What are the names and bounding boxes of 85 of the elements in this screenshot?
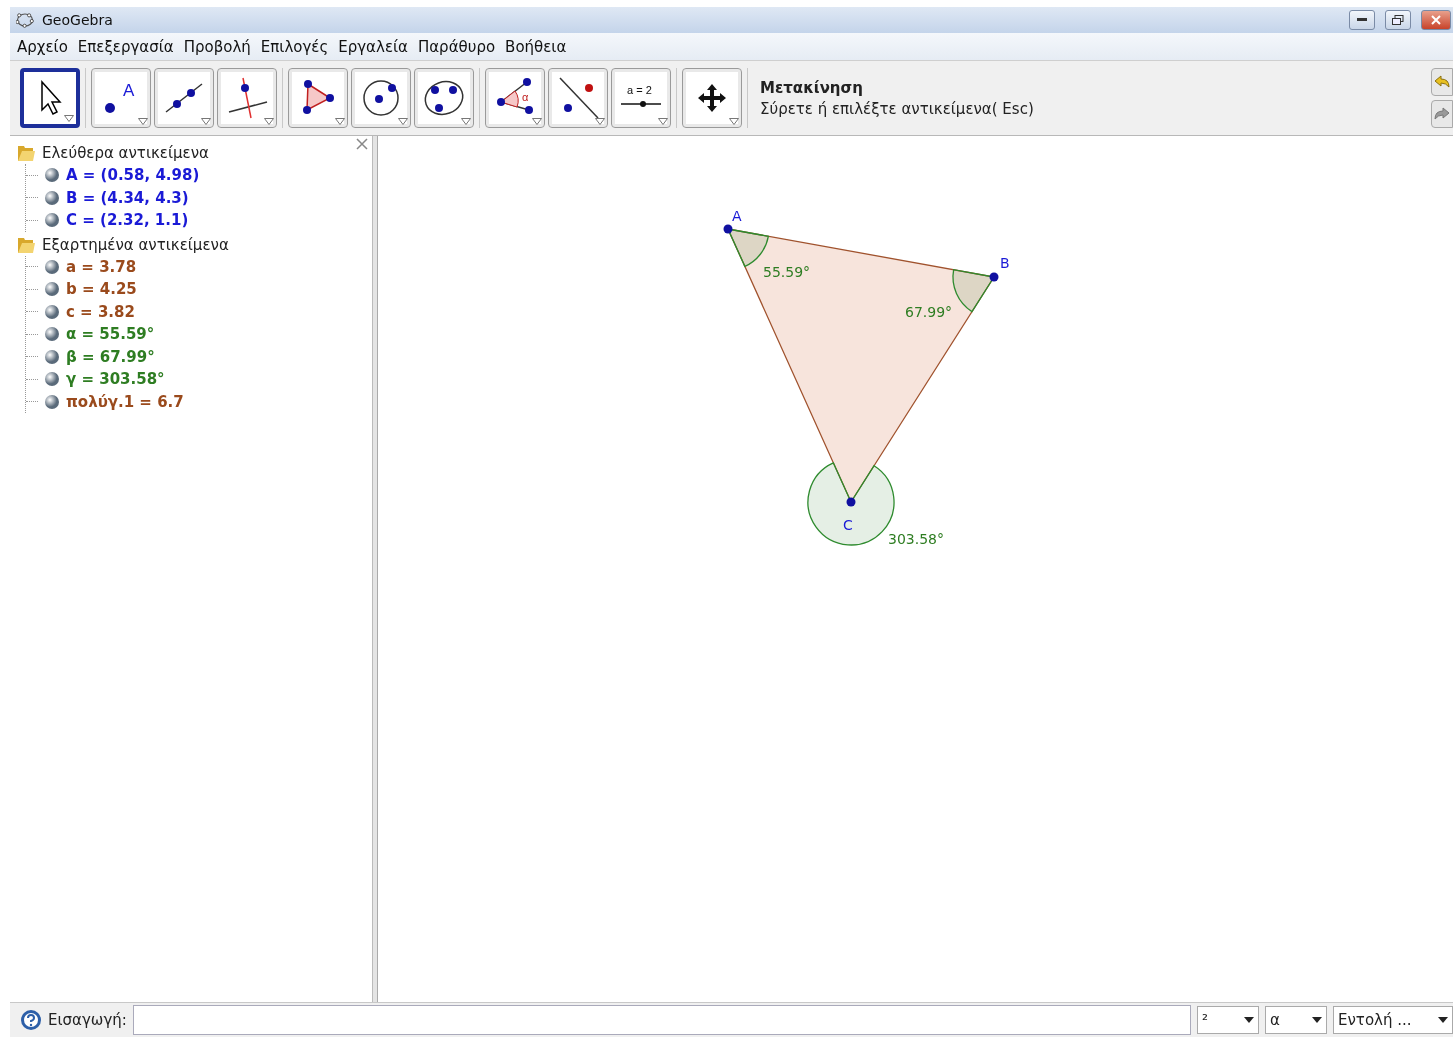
algebra-item[interactable]: B = (4.34, 4.3) xyxy=(66,188,189,207)
tool-button[interactable] xyxy=(414,68,474,128)
caret-icon xyxy=(64,115,74,122)
algebra-item[interactable]: πολύγ.1 = 6.7 xyxy=(66,392,184,411)
dropdown[interactable]: Εντολή ... xyxy=(1333,1006,1453,1034)
close-icon xyxy=(1431,15,1441,25)
window-title: GeoGebra xyxy=(42,12,114,28)
dropdown[interactable]: ² xyxy=(1197,1006,1259,1034)
caret-icon xyxy=(335,118,345,125)
tool-button[interactable] xyxy=(351,68,411,128)
visibility-dot-icon[interactable] xyxy=(44,371,60,388)
input-label: Εισαγωγή: xyxy=(48,1011,127,1029)
menu-item[interactable]: Παράθυρο xyxy=(412,37,501,56)
tool-button[interactable]: a = 2 xyxy=(611,68,671,128)
caret-icon xyxy=(658,118,668,125)
visibility-dot-icon[interactable] xyxy=(44,281,60,298)
help-icon[interactable] xyxy=(20,1009,42,1031)
tool-name: Μετακίνηση xyxy=(760,78,864,97)
visibility-dot-icon[interactable] xyxy=(44,189,60,206)
angle-label: 55.59° xyxy=(763,264,811,280)
algebra-item[interactable]: γ = 303.58° xyxy=(66,370,165,389)
minimize-icon xyxy=(1357,18,1367,22)
menu-item[interactable]: Προβολή xyxy=(178,37,256,56)
caret-icon xyxy=(1244,1017,1254,1023)
caret-icon xyxy=(461,118,471,125)
algebra-item[interactable]: C = (2.32, 1.1) xyxy=(66,211,189,230)
visibility-dot-icon[interactable] xyxy=(44,212,60,229)
point-label: C xyxy=(843,517,853,533)
visibility-dot-icon[interactable] xyxy=(44,303,60,320)
caret-icon xyxy=(201,118,211,125)
menu-item[interactable]: Βοήθεια xyxy=(500,37,572,56)
group-label: Εξαρτημένα αντικείμενα xyxy=(42,235,229,254)
visibility-dot-icon[interactable] xyxy=(44,167,60,184)
visibility-dot-icon[interactable] xyxy=(44,393,60,410)
caret-icon xyxy=(1312,1017,1322,1023)
close-button[interactable] xyxy=(1421,10,1451,30)
tool-button[interactable] xyxy=(288,68,348,128)
restore-icon xyxy=(1392,15,1404,25)
point-label: A xyxy=(732,208,742,224)
redo-button[interactable] xyxy=(1431,100,1453,128)
tool-button[interactable]: A xyxy=(91,68,151,128)
caret-icon xyxy=(138,118,148,125)
minimize-button[interactable] xyxy=(1349,10,1375,30)
menu-item[interactable]: Εργαλεία xyxy=(333,37,413,56)
app-logo-icon xyxy=(16,12,34,28)
tool-button[interactable] xyxy=(682,68,742,128)
visibility-dot-icon[interactable] xyxy=(44,348,60,365)
caret-icon xyxy=(595,118,605,125)
menu-item[interactable]: Επεξεργασία xyxy=(72,37,179,56)
tool-button[interactable] xyxy=(217,68,277,128)
menu-item[interactable]: Επιλογές xyxy=(255,37,334,56)
undo-button[interactable] xyxy=(1431,68,1453,96)
maximize-button[interactable] xyxy=(1385,10,1411,30)
algebra-item[interactable]: A = (0.58, 4.98) xyxy=(66,166,200,185)
point-label: B xyxy=(1000,255,1010,271)
group-label: Ελεύθερα αντικείμενα xyxy=(42,144,209,162)
visibility-dot-icon[interactable] xyxy=(44,258,60,275)
tool-help-text: Σύρετε ή επιλέξτε αντικείμενα( Esc) xyxy=(760,99,1035,118)
algebra-item[interactable]: c = 3.82 xyxy=(66,302,135,321)
tool-button[interactable] xyxy=(548,68,608,128)
tool-button[interactable] xyxy=(20,68,80,128)
algebra-item[interactable]: b = 4.25 xyxy=(66,280,137,299)
reflect-point-icon xyxy=(556,76,600,120)
tool-button[interactable]: α xyxy=(485,68,545,128)
caret-icon xyxy=(729,118,739,125)
angle-label: 67.99° xyxy=(905,304,953,320)
undo-icon xyxy=(1434,75,1450,89)
redo-icon xyxy=(1434,107,1450,121)
algebra-item[interactable]: β = 67.99° xyxy=(66,347,155,366)
caret-icon xyxy=(532,118,542,125)
caret-icon xyxy=(264,118,274,125)
tool-button[interactable] xyxy=(154,68,214,128)
dropdown[interactable]: α xyxy=(1265,1006,1327,1034)
point[interactable] xyxy=(989,272,999,282)
caret-icon xyxy=(398,118,408,125)
menu-item[interactable]: Αρχείο xyxy=(12,37,73,56)
point[interactable] xyxy=(723,224,733,234)
angle-label: 303.58° xyxy=(888,531,944,547)
visibility-dot-icon[interactable] xyxy=(44,326,60,343)
close-icon xyxy=(356,138,368,150)
algebra-item[interactable]: α = 55.59° xyxy=(66,325,155,344)
point[interactable] xyxy=(846,497,856,507)
caret-icon xyxy=(1438,1017,1448,1023)
input-field[interactable] xyxy=(132,1005,1191,1035)
algebra-item[interactable]: a = 3.78 xyxy=(66,257,137,276)
